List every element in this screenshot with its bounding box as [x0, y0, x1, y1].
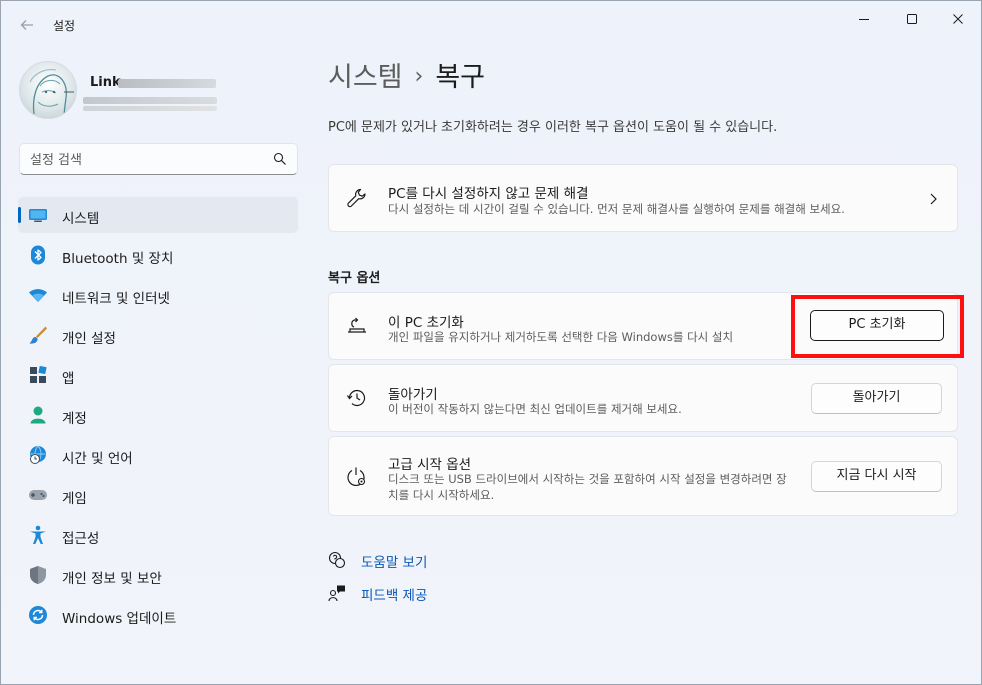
sidebar-item-apps[interactable]: 앱 — [18, 357, 298, 393]
breadcrumb-separator: › — [414, 64, 424, 89]
search-input[interactable] — [30, 150, 260, 170]
chevron-right-icon — [930, 193, 937, 205]
breadcrumb-parent[interactable]: 시스템 — [328, 62, 403, 93]
wifi-icon — [28, 285, 48, 305]
reset-pc-title: 이 PC 초기화 — [388, 315, 464, 331]
sidebar-item-label: 네트워크 및 인터넷 — [62, 291, 170, 307]
history-icon — [347, 389, 366, 407]
sidebar-item-label: 계정 — [62, 411, 87, 427]
close-icon — [953, 14, 963, 24]
bluetooth-icon — [28, 245, 48, 265]
redacted-name — [118, 79, 216, 88]
reset-pc-desc: 개인 파일을 유지하거나 제거하도록 선택한 다음 Windows를 다시 설치 — [388, 330, 734, 344]
sidebar-item-privacy[interactable]: 개인 정보 및 보안 — [18, 557, 298, 593]
back-button[interactable] — [13, 13, 41, 37]
search-icon[interactable] — [273, 152, 287, 166]
breadcrumb: 시스템 › 복구 — [328, 55, 485, 94]
maximize-icon — [907, 14, 917, 24]
app-title: 설정 — [53, 19, 76, 33]
reset-pc-icon — [348, 317, 366, 333]
troubleshoot-card[interactable]: PC를 다시 설정하지 않고 문제 해결 다시 설정하는 데 시간이 걸릴 수 … — [328, 164, 958, 232]
sidebar-nav: 시스템 Bluetooth 및 장치 네트워크 및 인터넷 개인 설정 앱 계정… — [18, 197, 298, 637]
wrench-icon — [347, 188, 366, 208]
sidebar-item-label: Bluetooth 및 장치 — [62, 251, 174, 267]
advanced-startup-desc: 디스크 또는 USB 드라이브에서 시작하는 것을 포함하여 시작 설정을 변경… — [388, 472, 787, 502]
section-title-recovery-options: 복구 옵션 — [328, 271, 381, 286]
sidebar-item-accounts[interactable]: 계정 — [18, 397, 298, 433]
sidebar-item-label: 개인 정보 및 보안 — [62, 571, 162, 587]
sidebar-item-network[interactable]: 네트워크 및 인터넷 — [18, 277, 298, 313]
gamepad-icon — [28, 485, 48, 505]
sidebar-item-label: 시간 및 언어 — [62, 451, 133, 467]
advanced-startup-icon — [347, 467, 366, 487]
search-box[interactable] — [19, 143, 298, 175]
sidebar-item-bluetooth[interactable]: Bluetooth 및 장치 — [18, 237, 298, 273]
accessibility-icon — [28, 525, 48, 545]
advanced-startup-title: 고급 시작 옵션 — [388, 457, 472, 473]
shield-icon — [28, 565, 48, 585]
sidebar-item-label: 게임 — [62, 491, 87, 507]
help-link-text[interactable]: 도움말 보기 — [361, 551, 427, 571]
back-arrow-icon — [20, 20, 33, 30]
user-name: Link — [90, 75, 121, 90]
minimize-button[interactable] — [841, 5, 887, 33]
restart-now-button[interactable]: 지금 다시 시작 — [811, 461, 942, 492]
avatar-illustration-icon — [29, 69, 74, 118]
sidebar-item-gaming[interactable]: 게임 — [18, 477, 298, 513]
update-icon — [28, 605, 48, 625]
redacted-email — [83, 97, 217, 104]
title-bar: 설정 — [1, 1, 981, 49]
settings-window: 설정 Link 설정 검색 시스템 Bluetooth 및 장치 네트워크 및 … — [0, 0, 982, 685]
go-back-title: 돌아가기 — [388, 387, 438, 403]
account-icon — [28, 405, 48, 425]
highlight-annotation — [791, 295, 964, 358]
globe-clock-icon — [28, 445, 48, 465]
avatar[interactable] — [19, 61, 77, 119]
sidebar-item-time-language[interactable]: 시간 및 언어 — [18, 437, 298, 473]
page-title: 복구 — [435, 62, 486, 93]
sidebar-item-accessibility[interactable]: 접근성 — [18, 517, 298, 553]
troubleshoot-title: PC를 다시 설정하지 않고 문제 해결 — [388, 186, 589, 202]
feedback-link-text[interactable]: 피드백 제공 — [361, 584, 427, 604]
sidebar-item-windows-update[interactable]: Windows 업데이트 — [18, 597, 298, 633]
sidebar-item-label: 접근성 — [62, 531, 100, 547]
sidebar-item-label: Windows 업데이트 — [62, 611, 177, 627]
maximize-button[interactable] — [889, 5, 935, 33]
page-subtitle: PC에 문제가 있거나 초기화하려는 경우 이러한 복구 옵션이 도움이 될 수… — [328, 120, 778, 135]
close-button[interactable] — [935, 5, 981, 33]
help-icon — [328, 551, 346, 569]
redacted-email-shadow — [83, 106, 217, 111]
sidebar-item-label: 시스템 — [62, 211, 100, 227]
advanced-startup-card: 고급 시작 옵션 디스크 또는 USB 드라이브에서 시작하는 것을 포함하여 … — [328, 436, 958, 516]
sidebar-item-personalization[interactable]: 개인 설정 — [18, 317, 298, 353]
system-icon — [28, 205, 48, 225]
go-back-card: 돌아가기 이 버전이 작동하지 않는다면 최신 업데이트를 제거해 보세요. 돌… — [328, 364, 958, 432]
minimize-icon — [859, 19, 869, 20]
go-back-desc: 이 버전이 작동하지 않는다면 최신 업데이트를 제거해 보세요. — [388, 402, 682, 416]
sidebar-item-label: 앱 — [62, 371, 75, 387]
sidebar-item-system[interactable]: 시스템 — [18, 197, 298, 233]
go-back-button[interactable]: 돌아가기 — [811, 383, 942, 414]
apps-icon — [28, 365, 48, 385]
brush-icon — [28, 325, 48, 345]
troubleshoot-desc: 다시 설정하는 데 시간이 걸릴 수 있습니다. 먼저 문제 해결사를 실행하여… — [388, 202, 845, 216]
feedback-icon — [328, 585, 345, 602]
sidebar-item-label: 개인 설정 — [62, 331, 116, 347]
sidebar: Link 시스템 Bluetooth 및 장치 — [1, 49, 311, 679]
